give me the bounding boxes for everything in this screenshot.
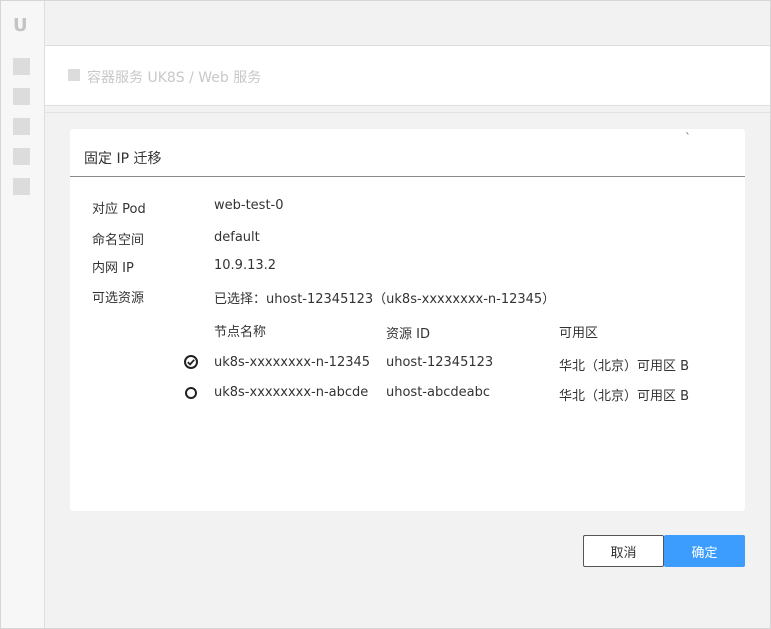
header-resource-id: 资源 ID: [386, 327, 430, 342]
close-icon[interactable]: ˋ: [685, 131, 691, 145]
pod-value: web-test-0: [214, 198, 284, 213]
nav-square-icon[interactable]: [13, 88, 30, 105]
breadcrumb-square-icon: [68, 69, 80, 81]
namespace-value: default: [214, 230, 260, 245]
header-node-name: 节点名称: [214, 325, 267, 340]
ip-label: 内网 IP: [92, 261, 134, 276]
row2-zone: 华北（北京）可用区 B: [559, 389, 690, 404]
nav-square-icon[interactable]: [13, 148, 30, 165]
title-divider: [70, 176, 745, 177]
top-header: [45, 1, 770, 46]
row2-node-name: uk8s-xxxxxxxx-n-abcde: [214, 385, 369, 400]
header-zone: 可用区: [559, 326, 599, 341]
cancel-button[interactable]: 取消: [583, 535, 664, 567]
confirm-button[interactable]: 确定: [664, 535, 745, 567]
nav-square-icon[interactable]: [13, 58, 30, 75]
selected-resource: 已选择：uhost-12345123（uk8s-xxxxxxxx-n-12345…: [214, 292, 556, 307]
divider: [45, 112, 770, 113]
ip-value: 10.9.13.2: [214, 258, 277, 273]
row2-resource-id: uhost-abcdeabc: [386, 385, 490, 400]
sidebar: U: [1, 1, 45, 628]
breadcrumb-text: 容器服务 UK8S / Web 服务: [87, 70, 262, 86]
nav-square-icon[interactable]: [13, 118, 30, 135]
pod-label: 对应 Pod: [92, 202, 146, 217]
row1-node-name: uk8s-xxxxxxxx-n-12345: [214, 355, 371, 370]
radio-unchecked-icon[interactable]: [185, 387, 197, 399]
row1-zone: 华北（北京）可用区 B: [559, 359, 690, 374]
row1-resource-id: uhost-12345123: [386, 355, 494, 370]
nav-square-icon[interactable]: [13, 178, 30, 195]
ip-migration-dialog: ˋ 固定 IP 迁移 对应 Pod web-test-0 命名空间 defaul…: [70, 129, 745, 511]
resource-label: 可选资源: [92, 291, 145, 306]
breadcrumb: 容器服务 UK8S / Web 服务: [45, 46, 770, 106]
logo: U: [13, 15, 28, 36]
namespace-label: 命名空间: [92, 233, 145, 248]
dialog-title: 固定 IP 迁移: [84, 151, 162, 167]
radio-checked-icon[interactable]: [184, 355, 198, 369]
